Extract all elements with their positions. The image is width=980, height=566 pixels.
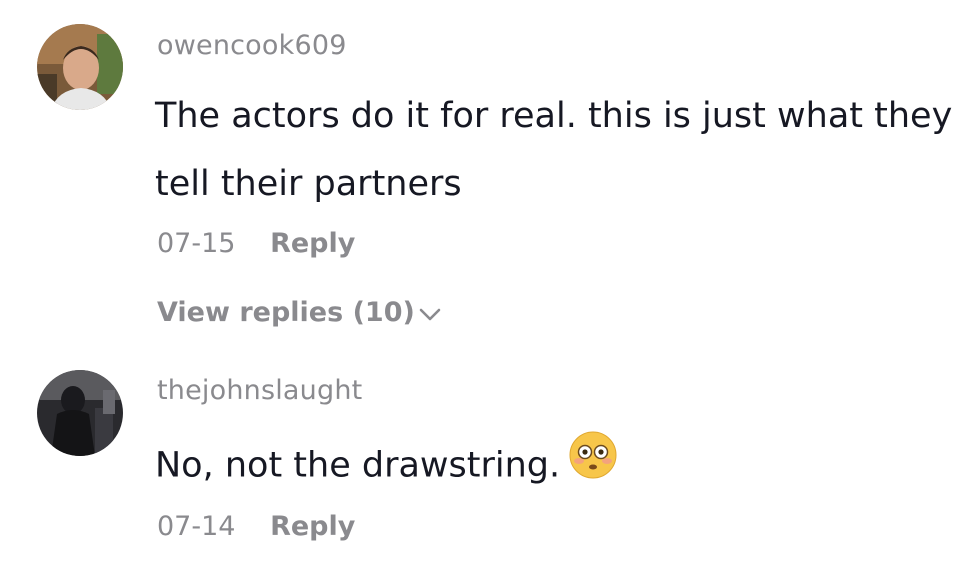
comment-text: The actors do it for real. this is just … (155, 96, 953, 204)
comment-text-content: No, not the drawstring. (155, 445, 561, 486)
comment-text: No, not the drawstring. (155, 430, 965, 503)
user-photo-icon (37, 24, 123, 110)
chevron-down-icon (419, 298, 441, 329)
comment-date: 07-15 (157, 228, 236, 259)
view-replies-label: View replies (10) (157, 297, 415, 328)
username[interactable]: owencook609 (157, 30, 347, 61)
flushed-face-icon (568, 430, 618, 503)
comment-date: 07-14 (157, 511, 236, 542)
comment-meta: 07-14 Reply (157, 511, 355, 542)
avatar[interactable] (37, 24, 123, 110)
reply-button[interactable]: Reply (270, 511, 355, 542)
comment-meta: 07-15 Reply (157, 228, 355, 259)
view-replies-button[interactable]: View replies (10) (157, 297, 441, 329)
avatar[interactable] (37, 370, 123, 456)
username[interactable]: thejohnslaught (157, 375, 362, 406)
reply-button[interactable]: Reply (270, 228, 355, 259)
user-photo-icon (37, 370, 123, 456)
